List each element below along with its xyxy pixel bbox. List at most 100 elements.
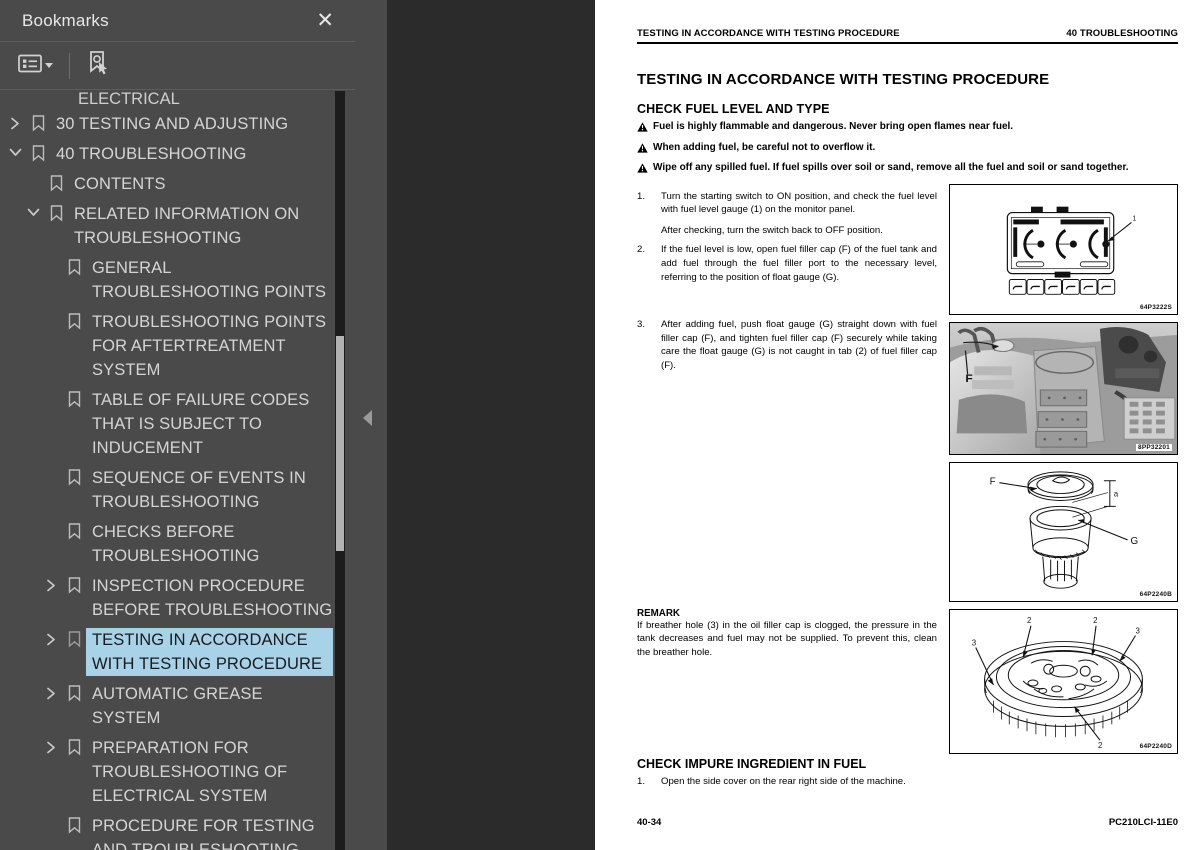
figure-cap-underside: 2 2 3 3 2 64P2240D — [949, 608, 1178, 754]
warning-triangle-icon — [637, 142, 648, 158]
bookmark-item-label: INSPECTION PROCEDURE BEFORE TROUBLESHOOT… — [92, 577, 333, 619]
bookmark-item-related-information-on-troubleshooting[interactable]: RELATED INFORMATION ON TROUBLESHOOTING — [0, 199, 355, 253]
bookmark-icon — [44, 172, 68, 192]
text-column: 1. Turn the starting switch to ON positi… — [637, 184, 937, 761]
bookmark-item-procedure-for-testing-and-troubleshooting[interactable]: PROCEDURE FOR TESTING AND TROUBLESHOOTIN… — [0, 811, 355, 850]
bookmark-icon — [62, 736, 86, 756]
bookmark-item-label: TESTING IN ACCORDANCE WITH TESTING PROCE… — [85, 627, 334, 677]
bookmarks-panel-title: Bookmarks — [22, 10, 109, 30]
bookmark-icon — [62, 682, 86, 702]
bookmark-item-label: PROCEDURE FOR TESTING AND TROUBLESHOOTIN… — [92, 817, 315, 850]
bookmark-item-label: 40 TROUBLESHOOTING — [56, 145, 247, 163]
bookmark-item-sequence-of-events-in-troubleshooting[interactable]: SEQUENCE OF EVENTS IN TROUBLESHOOTING — [0, 463, 355, 517]
svg-text:1: 1 — [1132, 215, 1136, 222]
bookmarks-scrollbar-thumb[interactable] — [336, 336, 344, 551]
bookmark-item-testing-in-accordance-with-testing-procedure[interactable]: TESTING IN ACCORDANCE WITH TESTING PROCE… — [0, 625, 355, 679]
figure-column: 1 64P3222S F 8PP32201 F G a 64P2240B 2 2… — [949, 183, 1178, 761]
svg-text:a: a — [1114, 489, 1119, 498]
bookmark-options-button[interactable] — [12, 50, 59, 82]
bookmark-item-label: GENERAL TROUBLESHOOTING POINTS — [92, 259, 327, 301]
bookmark-icon — [26, 142, 50, 162]
bookmark-item-label: CONTENTS — [74, 175, 166, 193]
header-rule — [637, 42, 1178, 44]
bookmarks-scrollbar-track[interactable] — [335, 91, 345, 850]
figure-caption: 64P3222S — [1140, 303, 1172, 311]
chevron-down-icon — [45, 63, 53, 68]
bookmark-item-preparation-for-troubleshooting-of-electrical-system[interactable]: PREPARATION FOR TROUBLESHOOTING OF ELECT… — [0, 733, 355, 811]
document-code: PC210LCI-11E0 — [1108, 817, 1178, 828]
warning-line: Wipe off any spilled fuel. If fuel spill… — [637, 162, 1178, 178]
twisty-placeholder — [40, 310, 62, 315]
chevron-down-icon[interactable] — [22, 202, 44, 218]
bookmark-item-30-testing-and-adjusting[interactable]: 30 TESTING AND ADJUSTING — [0, 109, 355, 139]
filler-cap-diagram: F G a — [990, 470, 1139, 589]
bookmark-item-label: PREPARATION FOR TROUBLESHOOTING OF ELECT… — [92, 739, 288, 805]
document-page: TESTING IN ACCORDANCE WITH TESTING PROCE… — [595, 0, 1200, 850]
triangle-left-icon[interactable] — [363, 410, 372, 426]
bookmark-item-general-troubleshooting-points[interactable]: GENERAL TROUBLESHOOTING POINTS — [0, 253, 355, 307]
new-bookmark-button[interactable] — [80, 46, 118, 85]
bookmark-icon — [62, 388, 86, 408]
step-continuation: After checking, turn the switch back to … — [661, 224, 883, 236]
machine-photograph: F — [950, 322, 1177, 454]
pdf-viewer-window: Bookmarks ✕ ELECTRICAL 30 TESTING AND AD… — [0, 0, 1200, 850]
bookmark-pointer-icon — [86, 50, 112, 81]
figure-filler-cap: F G a 64P2240B — [949, 461, 1178, 602]
svg-text:2: 2 — [1098, 741, 1102, 750]
svg-text:G: G — [1131, 535, 1139, 546]
warning-text: Fuel is highly flammable and dangerous. … — [653, 121, 1014, 132]
remark-heading: REMARK — [637, 607, 680, 619]
procedure-step: 2. If the fuel level is low, open fuel f… — [637, 243, 937, 284]
bookmarks-tree: 30 TESTING AND ADJUSTING 40 TROUBLESHOOT… — [0, 109, 355, 850]
bookmark-item-automatic-grease-system[interactable]: AUTOMATIC GREASE SYSTEM — [0, 679, 355, 733]
bottom-section-step: 1. Open the side cover on the rear right… — [637, 776, 1178, 787]
bookmark-icon — [62, 628, 86, 648]
chevron-right-icon[interactable] — [40, 682, 62, 700]
bookmark-item-troubleshooting-points-for-aftertreatment-system[interactable]: TROUBLESHOOTING POINTS FOR AFTERTREATMEN… — [0, 307, 355, 385]
twisty-placeholder — [40, 388, 62, 393]
bookmark-item-label: CHECKS BEFORE TROUBLESHOOTING — [92, 523, 260, 565]
bookmarks-panel-header: Bookmarks ✕ — [0, 0, 355, 42]
bookmark-item-inspection-procedure-before-troubleshooting[interactable]: INSPECTION PROCEDURE BEFORE TROUBLESHOOT… — [0, 571, 355, 625]
chevron-right-icon[interactable] — [40, 628, 62, 646]
warning-triangle-icon — [637, 163, 648, 178]
bookmark-item-40-troubleshooting[interactable]: 40 TROUBLESHOOTING — [0, 139, 355, 169]
bookmark-item-clipped[interactable]: ELECTRICAL — [0, 91, 355, 109]
twisty-placeholder — [40, 520, 62, 525]
running-head-left: TESTING IN ACCORDANCE WITH TESTING PROCE… — [637, 28, 900, 39]
twisty-placeholder — [40, 256, 62, 261]
bookmark-item-label: TABLE OF FAILURE CODES THAT IS SUBJECT T… — [92, 391, 310, 457]
bookmark-item-label: ELECTRICAL — [78, 91, 180, 108]
step-number: 2. — [637, 244, 646, 256]
bookmark-item-label: SEQUENCE OF EVENTS IN TROUBLESHOOTING — [92, 469, 306, 511]
bookmarks-tree-scroll-area[interactable]: ELECTRICAL 30 TESTING AND ADJUSTING 40 T… — [0, 91, 355, 850]
bookmark-icon — [62, 520, 86, 540]
list-options-icon — [18, 54, 42, 78]
remark-text: If breather hole (3) in the oil filler c… — [637, 619, 937, 658]
page-body: 1. Turn the starting switch to ON positi… — [637, 183, 1178, 761]
bookmarks-panel: Bookmarks ✕ ELECTRICAL 30 TESTING AND AD… — [0, 0, 355, 850]
bookmark-item-table-of-failure-codes[interactable]: TABLE OF FAILURE CODES THAT IS SUBJECT T… — [0, 385, 355, 463]
bookmark-icon — [62, 574, 86, 594]
close-icon[interactable]: ✕ — [311, 8, 339, 33]
figure-caption: 8PP32201 — [1136, 443, 1172, 451]
page-title: TESTING IN ACCORDANCE WITH TESTING PROCE… — [637, 71, 1050, 88]
bookmark-icon — [62, 814, 86, 834]
bookmark-item-checks-before-troubleshooting[interactable]: CHECKS BEFORE TROUBLESHOOTING — [0, 517, 355, 571]
chevron-right-icon[interactable] — [4, 112, 26, 130]
bookmark-item-label: 30 TESTING AND ADJUSTING — [56, 115, 289, 133]
chevron-down-icon[interactable] — [4, 142, 26, 158]
step-number: 1. — [637, 776, 646, 787]
warning-line: Fuel is highly flammable and dangerous. … — [637, 121, 1178, 137]
chevron-right-icon[interactable] — [40, 574, 62, 592]
step-text: After adding fuel, push float gauge (G) … — [661, 319, 937, 371]
bookmark-item-contents[interactable]: CONTENTS — [0, 169, 355, 199]
twisty-placeholder — [40, 466, 62, 471]
chevron-right-icon[interactable] — [40, 736, 62, 754]
step-text: Open the side cover on the rear right si… — [661, 776, 906, 787]
svg-text:2: 2 — [1027, 615, 1031, 624]
step-text: Turn the starting switch to ON position,… — [661, 190, 937, 216]
page-footer: 40-34 PC210LCI-11E0 — [637, 817, 1178, 850]
figure-machine-photo: F 8PP32201 — [949, 321, 1178, 455]
bookmark-icon — [62, 256, 86, 276]
